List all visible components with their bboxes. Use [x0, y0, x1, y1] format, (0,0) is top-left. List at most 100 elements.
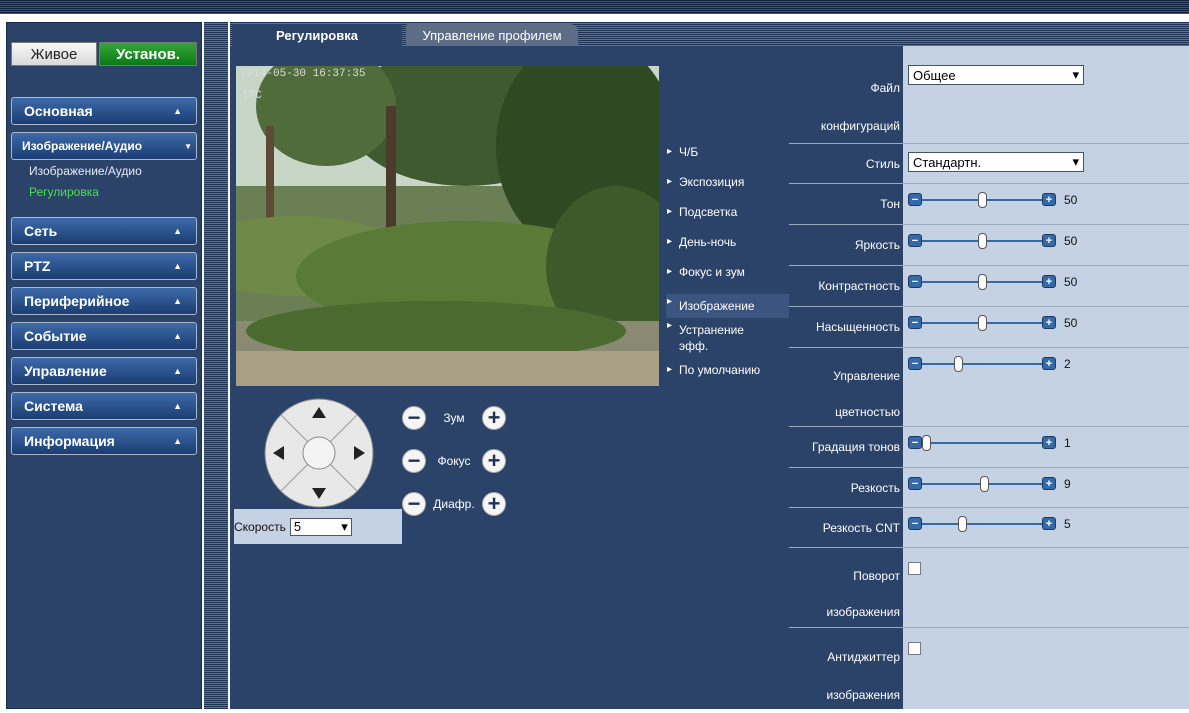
row-brightness: Яркость − + 50 [789, 224, 1189, 265]
color-control-slider[interactable]: − + [908, 356, 1058, 372]
menu-default[interactable]: По умолчанию [666, 362, 789, 382]
gamma-slider[interactable]: − + [908, 435, 1058, 451]
brightness-slider[interactable]: − + [908, 233, 1058, 249]
minus-icon[interactable]: − [908, 517, 922, 530]
subnav-adjust[interactable]: Регулировка [29, 185, 197, 206]
zoom-in-button[interactable]: + [482, 406, 506, 430]
caret-up-icon: ▲ [173, 226, 182, 236]
menu-exposure[interactable]: Экспозиция [666, 174, 789, 204]
speed-value: 5 [293, 519, 302, 534]
live-mode-button[interactable]: Живое [11, 42, 97, 66]
chevron-down-icon: ▾ [341, 518, 348, 534]
nav-peripheral-label: Периферийное [24, 293, 130, 309]
minus-icon[interactable]: − [908, 234, 922, 247]
nav-ptz[interactable]: PTZ ▲ [11, 252, 197, 280]
nav-basic-label: Основная [24, 103, 93, 119]
speed-control: Скорость 5 ▾ [234, 509, 402, 544]
chevron-down-icon: ▾ [1072, 67, 1079, 82]
sharpness-cnt-slider[interactable]: − + [908, 516, 1058, 532]
row-sharpness: Резкость − + 9 [789, 467, 1189, 507]
menu-defog[interactable]: Устранение эфф. [666, 318, 766, 362]
slider-handle[interactable] [979, 476, 989, 492]
slider-handle[interactable] [977, 192, 987, 208]
plus-icon[interactable]: + [1042, 275, 1056, 288]
caret-down-icon: ▼ [184, 142, 192, 151]
slider-handle[interactable] [954, 356, 964, 372]
menu-image[interactable]: Изображение [666, 294, 789, 318]
plus-icon[interactable]: + [1042, 316, 1056, 329]
nav-system[interactable]: Система ▲ [11, 392, 197, 420]
iris-minus-button[interactable]: − [402, 492, 426, 516]
nav-network[interactable]: Сеть ▲ [11, 217, 197, 245]
slider-handle[interactable] [977, 233, 987, 249]
plus-icon[interactable]: + [1042, 234, 1056, 247]
minus-icon[interactable]: − [908, 275, 922, 288]
tab-profile-management[interactable]: Управление профилем [406, 24, 578, 46]
slider-handle[interactable] [957, 516, 967, 532]
tab-adjust[interactable]: Регулировка [232, 24, 402, 46]
saturation-label: Насыщенность [815, 320, 900, 334]
plus-icon[interactable]: + [1042, 477, 1056, 490]
menu-bw[interactable]: Ч/Б [666, 144, 789, 174]
sharpness-cnt-control: − + 5 [908, 516, 1071, 532]
iris-plus-button[interactable]: + [482, 492, 506, 516]
minus-icon[interactable]: − [908, 477, 922, 490]
hue-slider[interactable]: − + [908, 192, 1058, 208]
sharpness-control: − + 9 [908, 476, 1071, 492]
subnav-image-audio[interactable]: Изображение/Аудио [29, 164, 197, 185]
minus-icon[interactable]: − [908, 357, 922, 370]
saturation-slider[interactable]: − + [908, 315, 1058, 331]
plus-icon[interactable]: + [1042, 436, 1056, 449]
nav-info-label: Информация [24, 433, 115, 449]
config-file-value-wrap: Общее ▾ [908, 65, 1084, 85]
contrast-slider[interactable]: − + [908, 274, 1058, 290]
nav-info[interactable]: Информация ▲ [11, 427, 197, 455]
row-antijitter: Антиджиттер изображения [789, 627, 1189, 709]
zoom-out-button[interactable]: − [402, 406, 426, 430]
chevron-down-icon: ▾ [1072, 154, 1079, 169]
nav-event[interactable]: Событие ▲ [11, 322, 197, 350]
menu-day-night[interactable]: День-ночь [666, 234, 789, 264]
minus-icon[interactable]: − [908, 436, 922, 449]
sharpness-value: 9 [1064, 477, 1071, 491]
slider-handle[interactable] [977, 315, 987, 331]
style-select[interactable]: Стандартн. ▾ [908, 152, 1084, 172]
menu-backlight[interactable]: Подсветка [666, 204, 789, 234]
focus-label: Фокус [437, 454, 471, 468]
divider-stripes [204, 22, 228, 709]
nav-peripheral[interactable]: Периферийное ▲ [11, 287, 197, 315]
minus-icon[interactable]: − [908, 193, 922, 206]
menu-focus-zoom[interactable]: Фокус и зум [666, 264, 789, 294]
gamma-control: − + 1 [908, 435, 1071, 451]
nav-management-label: Управление [24, 363, 107, 379]
caret-up-icon: ▲ [173, 436, 182, 446]
plus-icon[interactable]: + [1042, 357, 1056, 370]
slider-handle[interactable] [922, 435, 931, 451]
plus-icon[interactable]: + [1042, 517, 1056, 530]
config-file-select[interactable]: Общее ▾ [908, 65, 1084, 85]
row-hue: Тон − + 50 [789, 183, 1189, 224]
plus-icon[interactable]: + [1042, 193, 1056, 206]
sharpness-slider[interactable]: − + [908, 476, 1058, 492]
style-value-wrap: Стандартн. ▾ [908, 152, 1084, 172]
setup-mode-button[interactable]: Установ. [99, 42, 197, 66]
antijitter-checkbox[interactable] [908, 642, 921, 655]
speed-select[interactable]: 5 ▾ [289, 517, 352, 536]
nav-management[interactable]: Управление ▲ [11, 357, 197, 385]
row-color-control: Управление цветностью − + 2 [789, 347, 1189, 426]
row-rotate: Поворот изображения [789, 547, 1189, 627]
rotate-label: Поворот изображения [826, 569, 901, 619]
nav-image-audio[interactable]: Изображение/Аудио ▼ [11, 132, 197, 160]
config-file-label: Файл конфигураций [820, 81, 900, 133]
rotate-checkbox[interactable] [908, 562, 921, 575]
sidebar: Живое Установ. Основная ▲ Изображение/Ауд… [6, 22, 202, 709]
speed-label: Скорость [234, 519, 286, 534]
nav-basic[interactable]: Основная ▲ [11, 97, 197, 125]
focus-minus-button[interactable]: − [402, 449, 426, 473]
contrast-value: 50 [1064, 275, 1078, 289]
focus-plus-button[interactable]: + [482, 449, 506, 473]
slider-handle[interactable] [977, 274, 987, 290]
ptz-direction-pad[interactable] [263, 397, 375, 509]
minus-icon[interactable]: − [908, 316, 922, 329]
caret-up-icon: ▲ [173, 401, 182, 411]
